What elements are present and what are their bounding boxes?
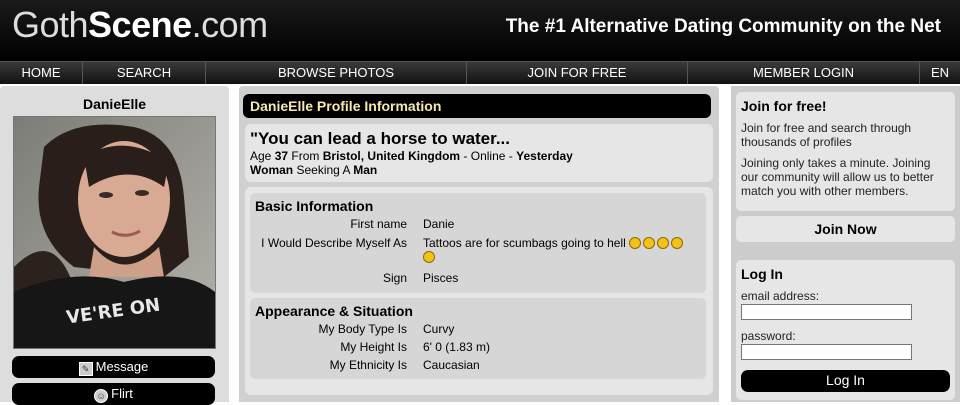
laugh-emoji-icon: [671, 237, 684, 249]
first-name-label: First name: [350, 217, 407, 231]
join-heading: Join for free!: [741, 98, 827, 114]
ethnicity-label: My Ethnicity Is: [329, 358, 407, 372]
sign-value: Pisces: [423, 271, 459, 285]
first-name-value: Danie: [423, 217, 455, 231]
site-tagline: The #1 Alternative Dating Community on t…: [505, 16, 941, 37]
password-input[interactable]: [741, 344, 912, 360]
body-type-value: Curvy: [423, 322, 455, 336]
profile-meta-line1: Age 37 From Bristol, United Kingdom - On…: [250, 149, 573, 163]
message-button[interactable]: ✎ Message: [12, 356, 215, 378]
height-label: My Height Is: [340, 340, 407, 354]
profile-summary: "You can lead a horse to water... Age 37…: [245, 124, 713, 182]
login-button[interactable]: Log In: [741, 370, 950, 392]
ethnicity-value: Caucasian: [423, 358, 480, 372]
message-button-label: Message: [95, 359, 149, 374]
profile-sidebar: DanieElle VE'RE ON ✎ Message ☺ Flirt: [0, 86, 229, 405]
nav-search[interactable]: SEARCH: [83, 62, 206, 84]
flirt-button-label: Flirt: [111, 386, 133, 401]
basic-information-heading: Basic Information: [255, 198, 374, 214]
message-icon: ✎: [78, 362, 93, 376]
site-logo[interactable]: GothScene.com: [12, 4, 268, 46]
join-text-1: Join for free and search through thousan…: [741, 121, 912, 149]
login-heading: Log In: [741, 266, 783, 282]
basic-information-section: Basic Information First name Danie I Wou…: [250, 193, 706, 293]
laugh-emoji-icon: [629, 237, 642, 249]
profile-title-bar: DanieElle Profile Information: [243, 94, 711, 118]
join-login-sidebar: Join for free! Join for free and search …: [731, 86, 960, 402]
nav-language[interactable]: EN: [920, 62, 960, 84]
nav-home[interactable]: HOME: [0, 62, 83, 84]
main-nav: HOME SEARCH BROWSE PHOTOS JOIN FOR FREE …: [0, 61, 960, 84]
laugh-emoji-icon: [657, 237, 670, 249]
profile-photo[interactable]: VE'RE ON: [13, 116, 216, 349]
appearance-heading: Appearance & Situation: [255, 303, 413, 319]
describe-value: Tattoos are for scumbags going to hell: [423, 236, 703, 264]
height-value: 6' 0 (1.83 m): [423, 340, 490, 354]
join-text-2: Joining only takes a minute. Joining our…: [741, 156, 934, 198]
laugh-emoji-icon: [423, 251, 435, 263]
appearance-section: Appearance & Situation My Body Type Is C…: [250, 298, 706, 379]
profile-meta-line2: Woman Seeking A Man: [250, 163, 378, 177]
describe-label: I Would Describe Myself As: [261, 236, 407, 250]
profile-photo-image: VE'RE ON: [14, 117, 215, 348]
password-label: password:: [741, 329, 796, 343]
sign-label: Sign: [382, 271, 407, 285]
join-box: Join for free! Join for free and search …: [736, 92, 955, 211]
nav-member-login[interactable]: MEMBER LOGIN: [688, 62, 920, 84]
join-now-button[interactable]: Join Now: [736, 216, 955, 242]
flirt-icon: ☺: [94, 389, 109, 403]
nav-join[interactable]: JOIN FOR FREE: [467, 62, 688, 84]
profile-main: DanieElle Profile Information "You can l…: [239, 86, 719, 402]
profile-details: Basic Information First name Danie I Wou…: [245, 187, 713, 395]
email-input[interactable]: [741, 304, 912, 320]
profile-headline: "You can lead a horse to water...: [250, 129, 510, 148]
body-type-label: My Body Type Is: [318, 322, 407, 336]
email-label: email address:: [741, 289, 820, 303]
site-header: GothScene.com The #1 Alternative Dating …: [0, 0, 960, 61]
laugh-emoji-icon: [643, 237, 656, 249]
nav-browse-photos[interactable]: BROWSE PHOTOS: [206, 62, 467, 84]
profile-username: DanieElle: [82, 96, 147, 112]
login-box: Log In email address: password: Log In: [736, 260, 955, 400]
